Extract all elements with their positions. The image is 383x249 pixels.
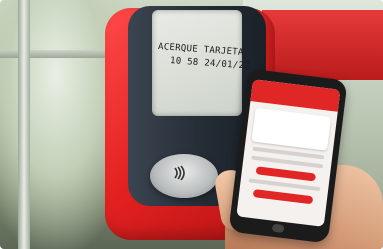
balance-card <box>251 107 332 151</box>
app-header <box>250 79 341 112</box>
phone-screen <box>236 79 341 227</box>
smartphone <box>228 68 348 244</box>
bus-seat <box>262 10 383 80</box>
app-action-button <box>255 166 317 182</box>
photo: ACERQUE TARJETA 10 58 24/01/22 <box>0 0 383 249</box>
grab-pole <box>18 0 30 249</box>
home-button <box>271 223 285 234</box>
contactless-icon <box>170 164 188 182</box>
app-action-button <box>252 189 314 205</box>
